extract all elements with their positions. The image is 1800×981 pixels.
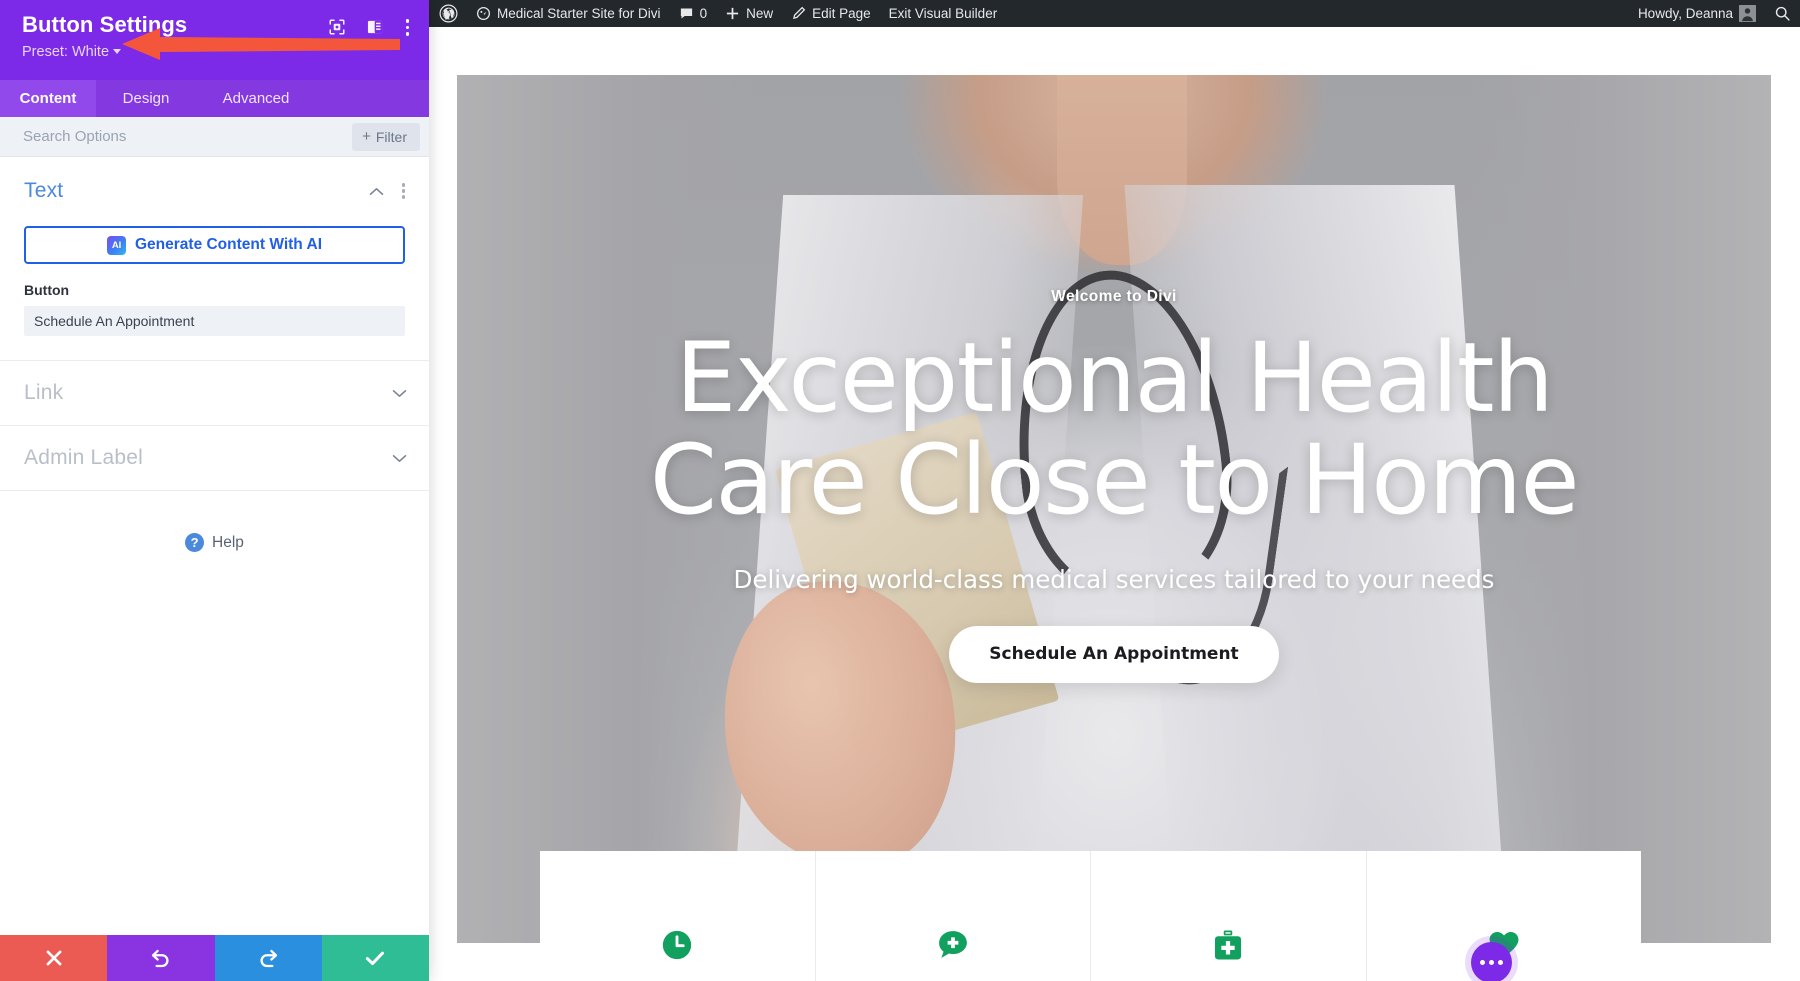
filter-button[interactable]: + Filter [352, 122, 420, 151]
save-button[interactable] [321, 935, 429, 981]
hero-eyebrow: Welcome to Divi [1051, 288, 1177, 305]
redo-arrow-icon [260, 949, 277, 967]
preset-row: Preset: White [22, 43, 411, 61]
settings-panel-footer [0, 935, 429, 981]
comment-count: 0 [699, 6, 708, 21]
text-section-header: Text [0, 157, 429, 203]
button-settings-panel: Button Settings Preset: White Content De… [0, 0, 429, 981]
wordpress-logo-button[interactable] [429, 0, 467, 27]
undo-button[interactable] [107, 935, 215, 981]
wp-admin-bar: Medical Starter Site for Divi 0 New Edit… [429, 0, 1800, 27]
generate-content-with-ai-label: Generate Content With AI [134, 236, 322, 253]
exit-visual-builder-label: Exit Visual Builder [888, 6, 998, 21]
comment-bubble-icon [680, 8, 692, 19]
help-button[interactable]: ? Help [0, 533, 429, 552]
redo-button[interactable] [214, 935, 322, 981]
hero-cta-label: Schedule An Appointment [989, 644, 1239, 664]
plus-icon [726, 7, 739, 20]
text-section-actions [369, 181, 408, 201]
checkmark-icon [366, 951, 385, 966]
dashboard-gauge-icon [477, 7, 490, 20]
button-text-input[interactable] [24, 306, 405, 336]
ellipsis-dot [1498, 960, 1503, 965]
clock-icon [663, 930, 692, 960]
hero-cta-button[interactable]: Schedule An Appointment [949, 625, 1279, 683]
link-section-header[interactable]: Link [0, 361, 429, 426]
screen-root: Medical Starter Site for Divi 0 New Edit… [0, 0, 1800, 981]
preset-label: Preset: White [22, 43, 110, 60]
hero-subheading: Delivering world-class medical services … [733, 564, 1495, 594]
medical-bag-icon [1215, 930, 1242, 960]
ai-badge-icon: AI [106, 235, 126, 255]
edit-page-label: Edit Page [812, 6, 871, 21]
chevron-up-icon[interactable] [369, 187, 384, 196]
chevron-down-icon[interactable] [392, 389, 407, 398]
search-input[interactable] [0, 128, 353, 145]
feature-card[interactable] [816, 851, 1091, 981]
pencil-icon [793, 6, 806, 19]
edit-page-button[interactable]: Edit Page [782, 0, 880, 27]
comments-bubble-button[interactable]: 0 [670, 0, 717, 27]
chat-plus-icon [938, 931, 967, 958]
undo-arrow-icon [152, 949, 169, 967]
tab-content[interactable]: Content [0, 80, 96, 117]
user-avatar-icon [1739, 5, 1756, 22]
preset-selector[interactable]: Preset: White [22, 43, 122, 60]
new-content-button[interactable]: New [716, 0, 782, 27]
admin-search-button[interactable] [1765, 0, 1800, 27]
filter-button-label: Filter [375, 128, 407, 145]
tab-design[interactable]: Design [96, 80, 196, 117]
hero-heading-line-1: Exceptional Health [675, 322, 1554, 434]
howdy-label: Howdy, Deanna [1637, 6, 1733, 21]
hero-heading-line-2: Care Close to Home [649, 423, 1580, 536]
hero-content: Welcome to Divi Exceptional Health Care … [457, 75, 1771, 943]
ellipsis-dot [1489, 960, 1494, 965]
link-section-title: Link [24, 381, 64, 404]
admin-bar-right-group: Howdy, Deanna [1628, 0, 1800, 27]
help-label: Help [212, 533, 244, 551]
search-options-bar: + Filter [0, 117, 429, 157]
admin-label-section-header[interactable]: Admin Label [0, 426, 429, 491]
site-name-label: Medical Starter Site for Divi [497, 6, 661, 21]
button-field-label: Button [24, 282, 70, 298]
text-section-kebab-icon[interactable] [400, 181, 408, 201]
wordpress-logo-icon [439, 4, 458, 23]
settings-title-row: Button Settings [22, 12, 411, 38]
page-title: Button Settings [22, 12, 188, 37]
layout-toggle-icon[interactable] [366, 18, 384, 36]
settings-panel-body: Text AI Generate Content With AI Button [0, 157, 429, 935]
question-mark-icon: ? [185, 533, 205, 552]
focus-target-icon[interactable] [328, 18, 346, 36]
cancel-button[interactable] [0, 935, 108, 981]
admin-label-section-title: Admin Label [24, 446, 143, 469]
feature-card[interactable] [540, 851, 816, 981]
tab-advanced[interactable]: Advanced [196, 80, 316, 117]
exit-visual-builder-button[interactable]: Exit Visual Builder [880, 0, 1007, 27]
kebab-menu-icon[interactable] [404, 17, 412, 38]
admin-bar-left-group: Medical Starter Site for Divi 0 New Edit… [429, 0, 1006, 27]
hero-section: Welcome to Divi Exceptional Health Care … [457, 75, 1771, 943]
site-name-menu[interactable]: Medical Starter Site for Divi [467, 0, 670, 27]
hero-heading: Exceptional Health Care Close to Home [649, 327, 1580, 536]
new-label: New [746, 6, 774, 21]
plus-icon: + [362, 128, 371, 145]
settings-header-actions [328, 12, 412, 38]
settings-panel-header: Button Settings Preset: White [0, 0, 429, 80]
search-icon [1775, 6, 1790, 21]
page-canvas: Welcome to Divi Exceptional Health Care … [429, 27, 1800, 981]
ellipsis-dot [1480, 960, 1485, 965]
text-section-title: Text [24, 179, 64, 202]
settings-tabs: Content Design Advanced [0, 80, 429, 117]
x-icon [46, 950, 62, 966]
feature-card[interactable] [1091, 851, 1367, 981]
divi-hover-menu-button[interactable] [1471, 942, 1512, 981]
generate-content-with-ai-button[interactable]: AI Generate Content With AI [24, 226, 405, 264]
chevron-down-icon [113, 49, 122, 55]
button-text-field-block: Button [0, 264, 429, 336]
chevron-down-icon[interactable] [392, 454, 407, 463]
avatar [1739, 5, 1756, 22]
account-menu[interactable]: Howdy, Deanna [1628, 0, 1765, 27]
